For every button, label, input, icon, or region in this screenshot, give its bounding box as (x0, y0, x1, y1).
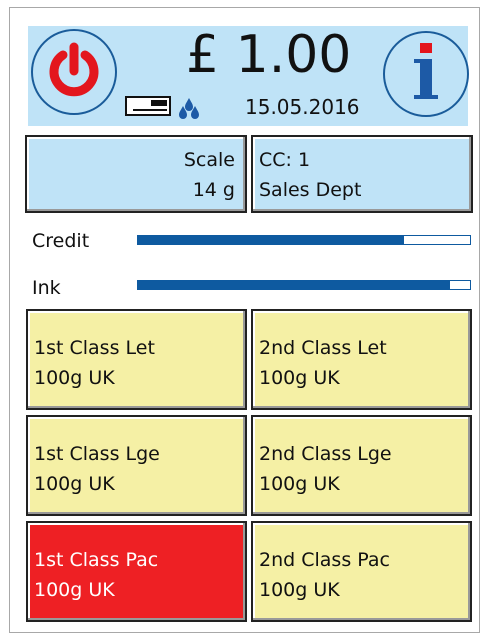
credit-meter-fill (138, 236, 404, 244)
service-button-2nd-class-pac[interactable]: 2nd Class Pac 100g UK (251, 521, 472, 622)
credit-label: Credit (32, 230, 90, 252)
service-name: 1st Class Lge (34, 443, 160, 465)
cost-centre-button[interactable]: CC: 1 Sales Dept (251, 135, 473, 213)
power-button[interactable] (31, 29, 117, 115)
service-weight: 100g UK (34, 579, 115, 601)
date-display: 15.05.2016 (245, 95, 360, 119)
card-status-icon (125, 96, 171, 116)
service-name: 1st Class Let (34, 337, 155, 359)
cost-centre-name: Sales Dept (259, 179, 362, 201)
cost-centre-code: CC: 1 (259, 149, 311, 171)
service-name: 2nd Class Let (259, 337, 387, 359)
service-button-1st-class-let[interactable]: 1st Class Let 100g UK (26, 309, 247, 410)
service-button-2nd-class-lge[interactable]: 2nd Class Lge 100g UK (251, 415, 472, 516)
scale-button[interactable]: Scale 14 g (25, 135, 247, 213)
service-button-2nd-class-let[interactable]: 2nd Class Let 100g UK (251, 309, 472, 410)
service-button-1st-class-pac[interactable]: 1st Class Pac 100g UK (26, 521, 247, 622)
service-weight: 100g UK (34, 473, 115, 495)
service-weight: 100g UK (259, 473, 340, 495)
power-icon (43, 39, 105, 105)
service-weight: 100g UK (34, 367, 115, 389)
status-row: 15.05.2016 (121, 92, 381, 122)
credit-meter (137, 235, 471, 245)
ink-drops-icon (177, 96, 201, 124)
service-name: 1st Class Pac (34, 549, 159, 571)
scale-weight: 14 g (192, 179, 235, 201)
info-button[interactable] (383, 31, 469, 117)
service-weight: 100g UK (259, 579, 340, 601)
ink-meter (137, 280, 471, 290)
info-icon (406, 41, 446, 107)
postage-amount: £ 1.00 (186, 25, 352, 85)
service-name: 2nd Class Lge (259, 443, 392, 465)
ink-meter-fill (138, 281, 451, 289)
ink-label: Ink (32, 277, 61, 299)
scale-label: Scale (183, 149, 235, 171)
service-name: 2nd Class Pac (259, 549, 390, 571)
service-weight: 100g UK (259, 367, 340, 389)
service-button-1st-class-lge[interactable]: 1st Class Lge 100g UK (26, 415, 247, 516)
